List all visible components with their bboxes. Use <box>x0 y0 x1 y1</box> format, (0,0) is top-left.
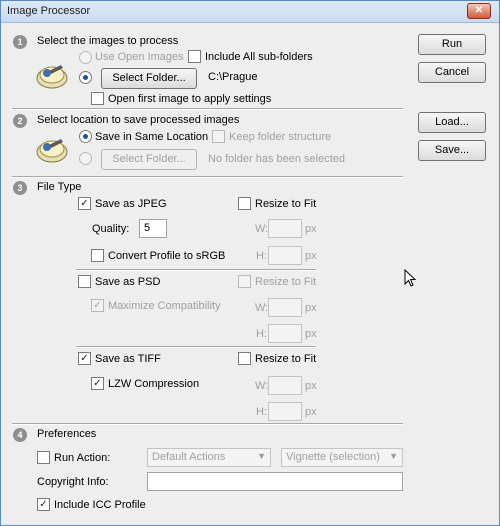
jpeg-height-input[interactable] <box>268 246 302 265</box>
source-folder-path: C:\Prague <box>208 71 258 83</box>
mouse-cursor-icon <box>404 269 416 287</box>
radio-dot <box>83 134 88 139</box>
lzw-compression-label: LZW Compression <box>108 378 200 390</box>
tiff-width-unit: px <box>305 380 317 392</box>
tiff-width-label: W: <box>255 380 269 392</box>
section-4-heading: Preferences <box>37 428 97 440</box>
keep-folder-structure-label: Keep folder structure <box>229 131 332 143</box>
action-set-value: Default Actions <box>152 451 226 463</box>
cancel-button[interactable]: Cancel <box>418 62 486 83</box>
jpeg-height-label: H: <box>256 250 267 262</box>
include-subfolders-label: Include All sub-folders <box>205 51 313 63</box>
image-processor-dialog: Image Processor ✕ Run Cancel Load... Sav… <box>0 0 500 526</box>
convert-srgb-label: Convert Profile to sRGB <box>108 250 226 262</box>
section-1-number: 1 <box>13 35 27 49</box>
tiff-width-input[interactable] <box>268 376 302 395</box>
section-4-number: 4 <box>13 428 27 442</box>
close-icon: ✕ <box>474 5 484 16</box>
photoshop-droplet-icon <box>36 139 68 163</box>
run-action-checkbox[interactable] <box>37 451 50 464</box>
section-1-heading: Select the images to process <box>37 35 179 47</box>
load-button[interactable]: Load... <box>418 112 486 133</box>
psd-resize-checkbox[interactable] <box>238 275 251 288</box>
include-icc-checkbox[interactable]: ✓ <box>37 498 50 511</box>
window-title: Image Processor <box>7 5 91 17</box>
run-button[interactable]: Run <box>418 34 486 55</box>
divider <box>76 269 316 271</box>
save-same-location-radio[interactable] <box>79 130 92 143</box>
save-as-jpeg-checkbox[interactable]: ✓ <box>78 197 91 210</box>
save-as-jpeg-label: Save as JPEG <box>95 198 167 210</box>
section-2-heading: Select location to save processed images <box>37 114 240 126</box>
psd-height-input[interactable] <box>268 324 302 343</box>
section-2-number: 2 <box>13 114 27 128</box>
tiff-height-input[interactable] <box>268 402 302 421</box>
quality-label: Quality: <box>92 223 130 235</box>
open-first-image-checkbox[interactable] <box>91 92 104 105</box>
save-same-location-label: Save in Same Location <box>95 131 209 143</box>
psd-height-unit: px <box>305 328 317 340</box>
select-source-folder-button[interactable]: Select Folder... <box>101 68 197 89</box>
action-name-select[interactable]: Vignette (selection) ▼ <box>281 448 403 467</box>
maximize-compat-checkbox[interactable]: ✓ <box>91 299 104 312</box>
tiff-height-label: H: <box>256 406 267 418</box>
save-button[interactable]: Save... <box>418 140 486 161</box>
psd-height-label: H: <box>256 328 267 340</box>
select-dest-folder-button[interactable]: Select Folder... <box>101 149 197 170</box>
include-icc-label: Include ICC Profile <box>54 499 146 511</box>
copyright-label: Copyright Info: <box>37 476 109 488</box>
jpeg-width-label: W: <box>255 223 269 235</box>
save-as-psd-checkbox[interactable] <box>78 275 91 288</box>
action-name-value: Vignette (selection) <box>286 451 380 463</box>
radio-dot <box>83 75 88 80</box>
close-button[interactable]: ✕ <box>467 3 491 19</box>
tiff-height-unit: px <box>305 406 317 418</box>
select-dest-folder-radio[interactable] <box>79 152 92 165</box>
jpeg-width-input[interactable] <box>268 219 302 238</box>
keep-folder-structure-checkbox[interactable] <box>212 130 225 143</box>
jpeg-height-unit: px <box>305 250 317 262</box>
open-first-image-label: Open first image to apply settings <box>108 93 272 105</box>
use-open-images-label: Use Open Images <box>95 51 184 63</box>
lzw-compression-checkbox[interactable]: ✓ <box>91 377 104 390</box>
tiff-resize-label: Resize to Fit <box>255 353 317 365</box>
section-3-heading: File Type <box>37 181 82 193</box>
psd-width-input[interactable] <box>268 298 302 317</box>
divider <box>12 423 403 425</box>
title-bar: Image Processor ✕ <box>1 1 499 23</box>
divider <box>12 176 403 178</box>
select-folder-radio[interactable] <box>79 71 92 84</box>
no-folder-label: No folder has been selected <box>208 153 345 165</box>
convert-srgb-checkbox[interactable] <box>91 249 104 262</box>
jpeg-width-unit: px <box>305 223 317 235</box>
save-as-tiff-checkbox[interactable]: ✓ <box>78 352 91 365</box>
chevron-down-icon: ▼ <box>389 451 398 461</box>
jpeg-resize-checkbox[interactable] <box>238 197 251 210</box>
quality-input[interactable]: 5 <box>139 219 167 238</box>
copyright-input[interactable] <box>147 472 403 491</box>
chevron-down-icon: ▼ <box>257 451 266 461</box>
psd-resize-label: Resize to Fit <box>255 276 317 288</box>
psd-width-unit: px <box>305 302 317 314</box>
maximize-compat-label: Maximize Compatibility <box>108 300 221 312</box>
save-as-tiff-label: Save as TIFF <box>95 353 161 365</box>
use-open-images-radio[interactable] <box>79 51 92 64</box>
tiff-resize-checkbox[interactable] <box>238 352 251 365</box>
include-subfolders-checkbox[interactable] <box>188 50 201 63</box>
divider <box>12 108 403 110</box>
photoshop-droplet-icon <box>36 65 68 89</box>
save-as-psd-label: Save as PSD <box>95 276 161 288</box>
run-action-label: Run Action: <box>54 452 111 464</box>
jpeg-resize-label: Resize to Fit <box>255 198 317 210</box>
psd-width-label: W: <box>255 302 269 314</box>
action-set-select[interactable]: Default Actions ▼ <box>147 448 271 467</box>
section-3-number: 3 <box>13 181 27 195</box>
divider <box>76 346 316 348</box>
